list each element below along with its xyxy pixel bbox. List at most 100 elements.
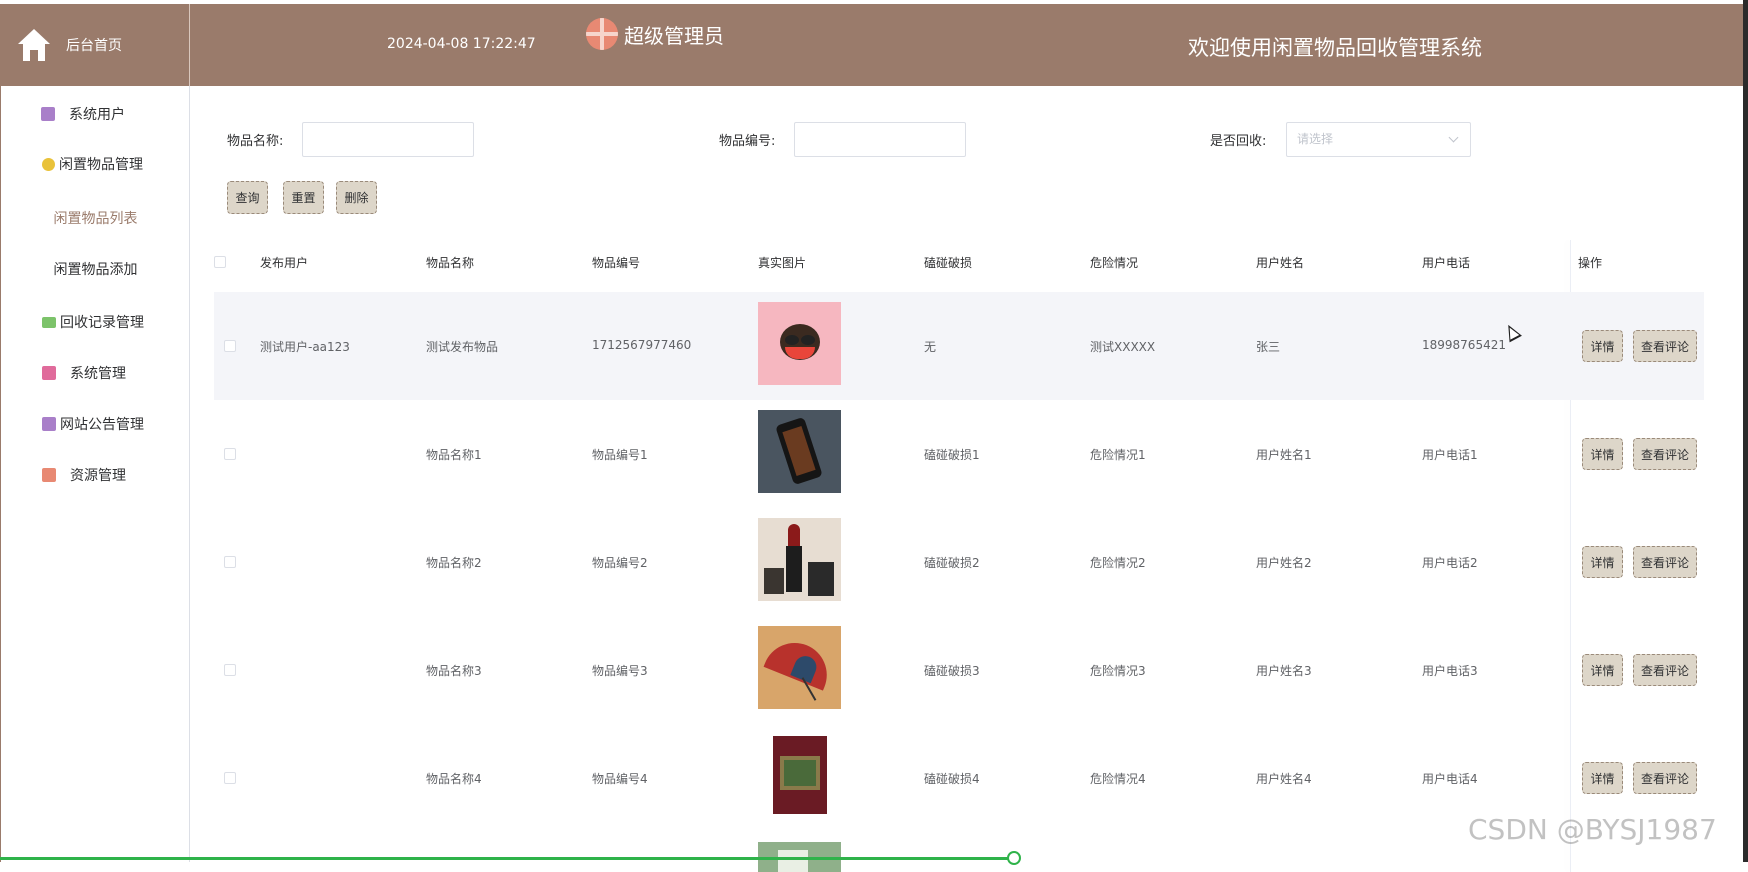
header-actions: 操作 (1578, 256, 1603, 270)
cell-user-phone: 18998765421 (1422, 338, 1506, 352)
reset-button[interactable]: 重置 (283, 181, 324, 214)
cell-item-code: 物品编号4 (592, 772, 648, 786)
header-publisher: 发布用户 (260, 256, 309, 270)
admin-name: 超级管理员 (624, 23, 724, 48)
row-checkbox[interactable] (224, 448, 236, 460)
lipstick-image[interactable] (758, 518, 841, 601)
cell-danger: 危险情况2 (1090, 556, 1146, 570)
cell-danger: 测试XXXXX (1090, 340, 1156, 354)
sidebar-item-recycle-records[interactable]: 回收记录管理 (1, 304, 190, 340)
cell-danger: 危险情况4 (1090, 772, 1146, 786)
table-row: 测试用户-aa123 测试发布物品 1712567977460 无 测试XXXX… (214, 292, 1704, 400)
home-label: 后台首页 (66, 38, 122, 54)
detail-button[interactable]: 详情 (1582, 762, 1623, 794)
grid-icon (42, 468, 56, 482)
detail-button[interactable]: 详情 (1582, 654, 1623, 686)
view-comments-button[interactable]: 查看评论 (1633, 654, 1697, 686)
sidebar-item-system-users[interactable]: 系统用户 (1, 96, 190, 132)
item-code-label: 物品编号: (719, 134, 776, 149)
sidebar: 系统用户 闲置物品管理 闲置物品列表 闲置物品添加 回收记录管理 系统管理 网站… (0, 86, 190, 862)
phone-image[interactable] (758, 410, 841, 493)
item-code-input[interactable] (794, 122, 966, 157)
cell-damage: 磕碰破损1 (924, 448, 980, 462)
hexagon-icon (42, 157, 55, 171)
sidebar-subitem-goods-list[interactable]: 闲置物品列表 (1, 208, 190, 228)
cell-damage: 磕碰破损4 (924, 772, 980, 786)
recycle-status-label: 是否回收: (1210, 134, 1267, 149)
header-user-name: 用户姓名 (1256, 256, 1305, 270)
cell-item-code: 物品编号3 (592, 664, 648, 678)
sidebar-item-system-admin[interactable]: 系统管理 (1, 355, 190, 391)
row-checkbox[interactable] (224, 772, 236, 784)
view-comments-button[interactable]: 查看评论 (1633, 546, 1697, 578)
header-damage: 磕碰破损 (924, 256, 973, 270)
detail-button[interactable]: 详情 (1582, 330, 1623, 362)
detail-button[interactable]: 详情 (1582, 438, 1623, 470)
umbrella-image[interactable] (758, 626, 841, 709)
sidebar-subitem-goods-add[interactable]: 闲置物品添加 (1, 259, 190, 279)
cell-user-name: 用户姓名2 (1256, 556, 1312, 570)
row-checkbox[interactable] (224, 664, 236, 676)
cell-danger: 危险情况1 (1090, 448, 1146, 462)
table-row: 物品名称1 物品编号1 磕碰破损1 危险情况1 用户姓名1 用户电话1 详情 查… (214, 400, 1704, 508)
sidebar-item-resources[interactable]: 资源管理 (1, 457, 190, 493)
sidebar-item-label: 回收记录管理 (60, 315, 144, 331)
cell-item-code: 物品编号1 (592, 448, 648, 462)
header-user-phone: 用户电话 (1422, 256, 1471, 270)
monkey-face-image[interactable] (758, 302, 841, 385)
cell-item-name: 测试发布物品 (426, 340, 499, 354)
site-title: 欢迎使用闲置物品回收管理系统 (1188, 36, 1482, 60)
query-button[interactable]: 查询 (227, 181, 268, 214)
cell-item-code: 物品编号2 (592, 556, 648, 570)
cell-item-name: 物品名称4 (426, 772, 482, 786)
delete-button[interactable]: 删除 (336, 181, 377, 214)
view-comments-button[interactable]: 查看评论 (1633, 438, 1697, 470)
window-edge (1743, 0, 1748, 862)
sidebar-item-label: 闲置物品管理 (59, 157, 143, 173)
cell-damage: 无 (924, 340, 937, 354)
home-link[interactable]: 后台首页 (0, 4, 190, 86)
avatar (586, 18, 618, 50)
chevron-down-icon (1448, 132, 1459, 143)
cell-damage: 磕碰破损2 (924, 556, 980, 570)
header-item-code: 物品编号 (592, 256, 641, 270)
table-row: 物品名称2 物品编号2 磕碰破损2 危险情况2 用户姓名2 用户电话2 详情 查… (214, 508, 1704, 616)
sidebar-item-label: 网站公告管理 (60, 417, 144, 433)
progress-handle (1007, 851, 1021, 865)
app-frame: 后台首页 2024-04-08 17:22:47 超级管理员 欢迎使用闲置物品回… (0, 0, 1748, 872)
row-checkbox[interactable] (224, 556, 236, 568)
sidebar-item-label: 系统用户 (69, 107, 125, 123)
cell-user-phone: 用户电话3 (1422, 664, 1478, 678)
row-checkbox[interactable] (224, 340, 236, 352)
item-name-label: 物品名称: (227, 134, 284, 149)
header-danger: 危险情况 (1090, 256, 1139, 270)
header-item-name: 物品名称 (426, 256, 475, 270)
cell-danger: 危险情况3 (1090, 664, 1146, 678)
archive-icon (42, 417, 56, 431)
sidebar-item-label: 系统管理 (70, 366, 126, 382)
view-comments-button[interactable]: 查看评论 (1633, 762, 1697, 794)
cell-user-phone: 用户电话4 (1422, 772, 1478, 786)
table-row: 物品名称3 物品编号3 磕碰破损3 危险情况3 用户姓名3 用户电话3 详情 查… (214, 616, 1704, 724)
cell-item-name: 物品名称1 (426, 448, 482, 462)
detail-button[interactable]: 详情 (1582, 546, 1623, 578)
watermark: CSDN @BYSJ1987 (1468, 813, 1717, 846)
sidebar-item-label: 资源管理 (70, 468, 126, 484)
book-image[interactable] (758, 734, 841, 817)
admin-info[interactable]: 超级管理员 (586, 18, 724, 50)
recycle-status-select[interactable]: 请选择 (1286, 122, 1471, 157)
sidebar-item-announcements[interactable]: 网站公告管理 (1, 406, 190, 442)
view-comments-button[interactable]: 查看评论 (1633, 330, 1697, 362)
select-all-checkbox[interactable] (214, 256, 226, 268)
page-load-progress (0, 857, 1014, 860)
select-placeholder: 请选择 (1297, 132, 1334, 146)
cell-item-name: 物品名称2 (426, 556, 482, 570)
cell-item-name: 物品名称3 (426, 664, 482, 678)
cell-item-code: 1712567977460 (592, 338, 692, 352)
sidebar-item-idle-goods[interactable]: 闲置物品管理 (1, 146, 190, 182)
header-real-image: 真实图片 (758, 256, 807, 270)
chat-icon (42, 316, 56, 328)
current-datetime: 2024-04-08 17:22:47 (387, 36, 536, 52)
item-name-input[interactable] (302, 122, 474, 157)
badge-icon (42, 366, 56, 380)
